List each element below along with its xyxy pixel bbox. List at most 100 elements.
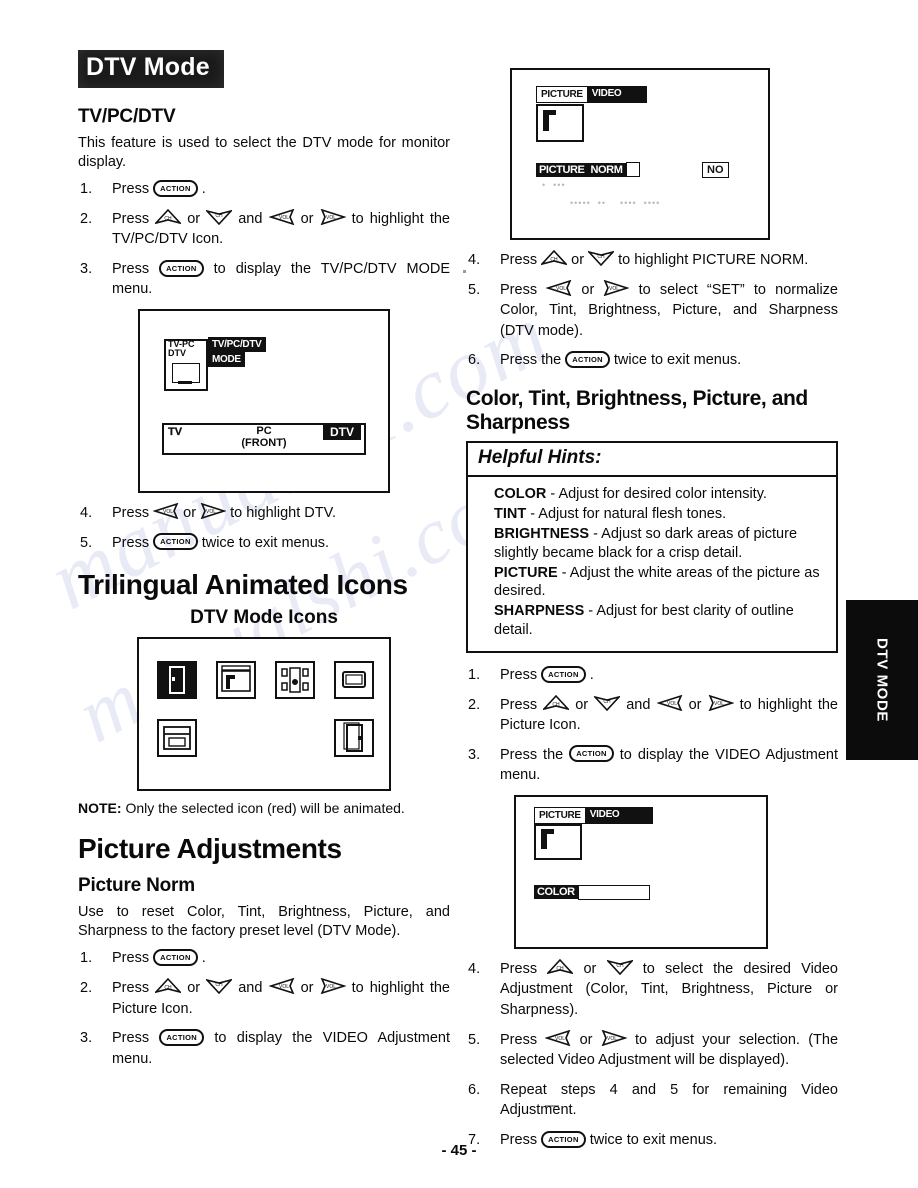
ch-up-key-icon[interactable]: CH [155,208,182,225]
step-text-before: Press [500,1031,538,1048]
vol-right-key-icon[interactable]: VOL [601,1029,627,1046]
step-number: 3. [80,260,93,277]
list-item: 4. Press VOL or VOL to highlight DTV. [78,503,450,524]
ch-down-key-icon[interactable]: CH [206,978,233,995]
svg-text:VOL: VOL [555,1036,565,1042]
svg-text:VOL: VOL [556,286,566,292]
action-key-icon[interactable]: ACTION [159,1028,204,1046]
svg-text:CH: CH [616,963,624,969]
osd-icon-tv-pc-dtv: TV-PC DTV [164,338,208,391]
step-number: 5. [468,281,481,298]
step-text-after: . [201,950,206,967]
ch-down-key-icon[interactable]: CH [606,959,633,975]
osd-color-slider[interactable] [577,884,650,900]
osd-row-color[interactable]: COLOR [534,884,650,900]
step-number: 4. [468,960,481,977]
osd-video-adjustment: PICTURE VIDEO COLOR [514,794,768,949]
svg-text:VOL: VOL [326,984,336,990]
svg-text:CH: CH [165,985,173,991]
step-text-before: Repeat steps 4 and 5 for remaining Video… [500,1081,838,1119]
step-number: 4. [80,504,93,521]
vol-left-key-icon[interactable]: VOL [656,694,683,711]
heading-color-tint-brightness: Color, Tint, Brightness, Picture, and Sh… [466,386,808,435]
osd-title-block: TV/PC/DTV MODE [208,336,266,367]
vol-left-key-icon[interactable]: VOL [153,503,179,520]
icon-selected-vertical[interactable] [157,661,197,700]
vol-right-key-icon[interactable]: VOL [200,503,227,520]
svg-text:VOL: VOL [326,215,336,221]
osd-label-norm: NORM [587,162,626,177]
action-key-icon[interactable]: ACTION [153,949,198,967]
step-number: 1. [80,181,93,198]
ch-down-key-icon[interactable]: CH [588,250,615,267]
osd-faded-text: ••••• •• •••• •••• [570,198,661,208]
osd-row-picture-norm-value[interactable]: NO [702,162,729,178]
ch-up-key-icon[interactable]: CH [547,958,574,975]
ch-up-key-icon[interactable]: CH [541,250,568,266]
subheading-dtv-mode-icons: DTV Mode Icons [190,607,338,629]
ch-down-key-icon[interactable]: CH [206,209,233,225]
vol-right-key-icon[interactable]: VOL [708,694,734,711]
side-tab-dtv-mode: DTV MODE [846,600,918,760]
step-text-before: Press [112,980,150,996]
osd-title-line1: TV/PC/DTV [208,336,266,352]
helpful-hints-box: Helpful Hints: COLOR - Adjust for desire… [466,441,838,653]
vol-left-key-icon[interactable]: VOL [546,279,572,296]
list-item: 5. Press VOL or VOL to select “SET” to n… [466,279,838,342]
svg-text:VOL: VOL [666,701,676,707]
svg-text:VOL: VOL [607,1036,617,1042]
osd-faded-text: • ••• [542,180,566,190]
action-key-icon[interactable]: ACTION [569,745,614,763]
icon-audio-speakers[interactable] [275,661,315,700]
osd-icon-label-line2: DTV [168,347,186,358]
svg-text:VOL: VOL [714,701,724,707]
step-text-before: Press [500,666,538,683]
note-text: Only the selected icon (red) will be ani… [125,800,405,817]
step-text-before: Press the [500,746,564,763]
action-key-icon[interactable]: ACTION [153,533,198,551]
list-item: 5. Press VOL or VOL to adjust your selec… [466,1029,838,1071]
action-key-icon[interactable]: ACTION [541,665,586,683]
icon-picture-adjust[interactable] [216,661,256,700]
conjunction-or: or [581,281,595,298]
osd-tab-picture[interactable]: PICTURE [536,86,588,103]
hint-term: BRIGHTNESS [494,525,590,542]
icon-screen-display[interactable] [334,661,374,700]
step-text-after: twice to exit menus. [613,352,742,369]
action-key-icon[interactable]: ACTION [153,179,198,197]
vol-right-key-icon[interactable]: VOL [320,978,346,995]
list-item: 5. Press ACTION twice to exit menus. [78,533,450,554]
step-number: 2. [468,696,481,713]
action-key-icon[interactable]: ACTION [565,350,610,368]
ch-down-key-icon[interactable]: CH [594,695,621,711]
step-text-before: Press [112,504,150,521]
conjunction-or: or [583,960,597,977]
conjunction-or: or [300,210,314,227]
ch-up-key-icon[interactable]: CH [155,978,182,994]
vol-left-key-icon[interactable]: VOL [268,978,295,995]
osd-tab-video[interactable]: VIDEO [587,86,648,103]
list-item: 2. Press CH or CH and VOL or VOL to high… [466,694,838,736]
osd-label-picture: PICTURE [536,162,588,177]
vol-right-key-icon[interactable]: VOL [603,279,630,296]
vol-left-key-icon[interactable]: VOL [545,1029,571,1046]
osd-tv-pc-dtv-mode: TV-PC DTV TV/PC/DTV MODE TV PC (FRONT) D… [138,308,390,493]
steps-picture-norm-cont: 4. Press CH or CH to highlight PICTURE N… [466,250,838,371]
action-key-icon[interactable]: ACTION [159,259,204,277]
vol-right-key-icon[interactable]: VOL [320,208,346,225]
vol-left-key-icon[interactable]: VOL [268,208,295,225]
osd-tab-picture[interactable]: PICTURE [534,806,586,824]
svg-text:CH: CH [553,702,561,708]
svg-text:CH: CH [165,216,173,222]
osd-mode-bar: TV PC (FRONT) DTV [162,422,366,455]
step-number: 2. [80,980,93,996]
osd-mode-dtv-selected[interactable]: DTV [323,423,361,440]
conjunction-or: or [187,980,201,996]
osd-tab-video[interactable]: VIDEO [585,806,654,824]
icon-setup-panel[interactable] [157,719,197,758]
ch-up-key-icon[interactable]: CH [543,694,570,711]
osd-row-picture-norm[interactable]: PICTURE NORM [536,162,640,177]
hint-term: TINT [494,506,527,523]
icon-lock-vertical[interactable] [334,719,374,758]
steps-video-adjust-a: 1. Press ACTION . 2. Press CH or CH and … [466,665,838,786]
